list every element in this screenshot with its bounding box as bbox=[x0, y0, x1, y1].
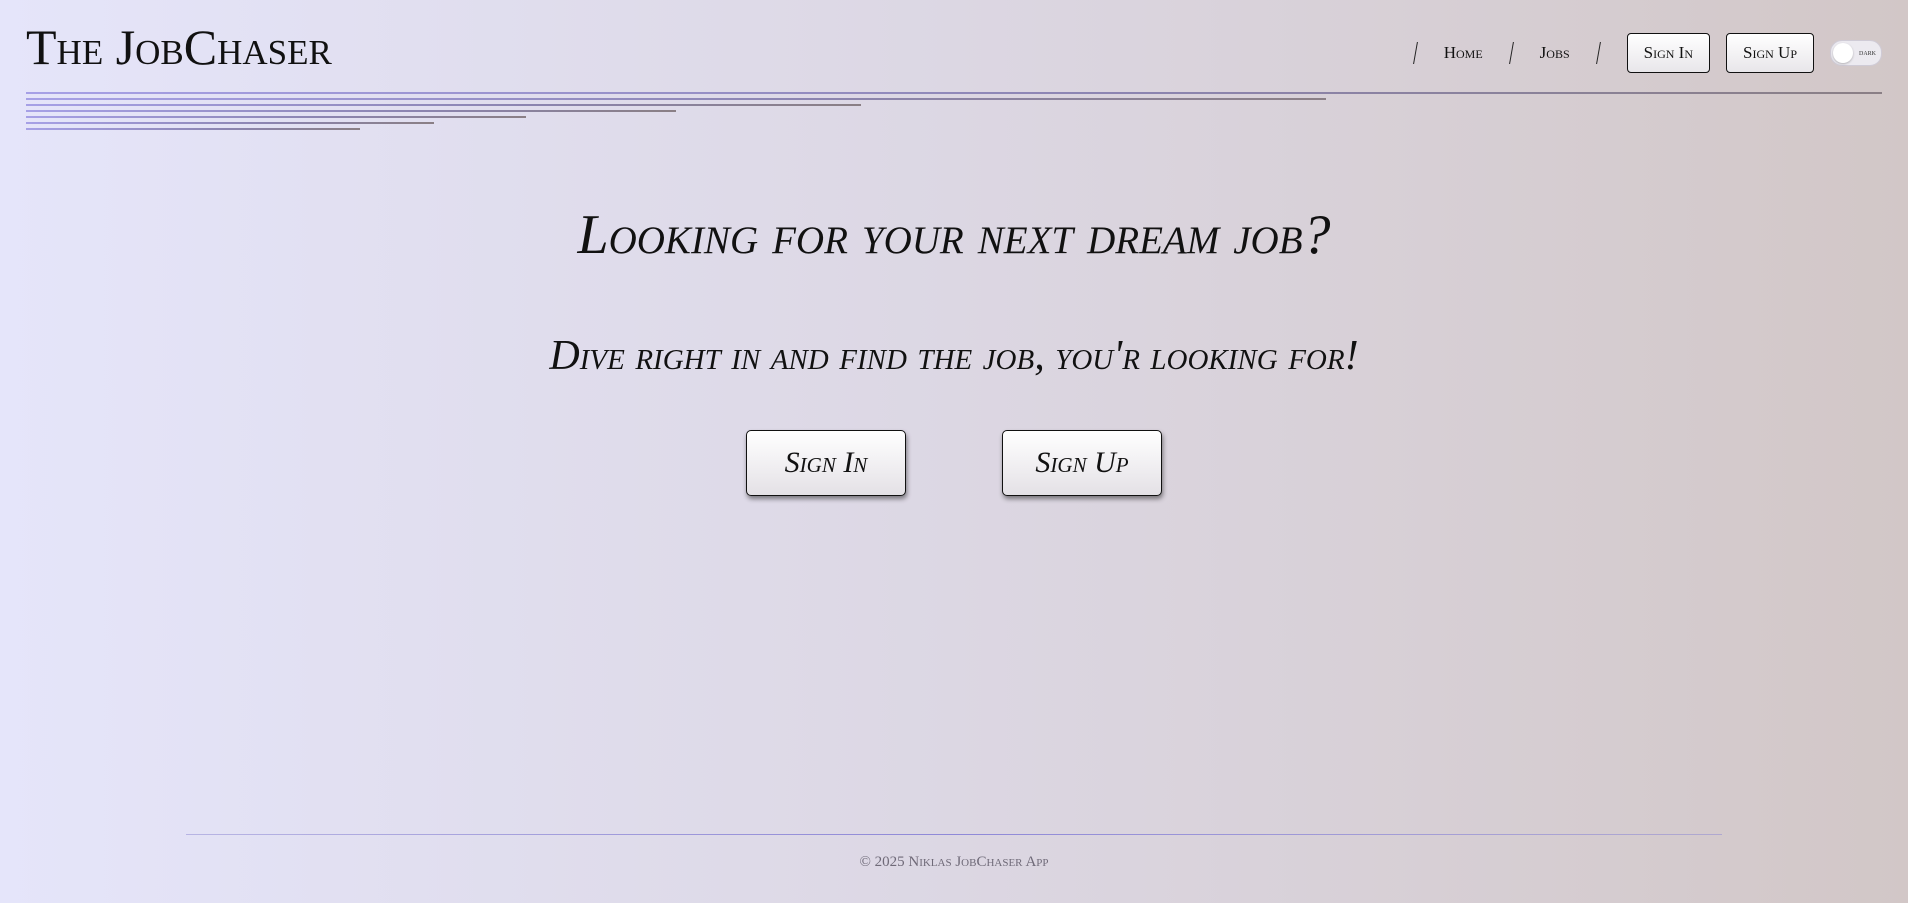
header-decorative-lines bbox=[26, 92, 1882, 136]
toggle-knob bbox=[1833, 43, 1853, 63]
hero-sign-up-button[interactable]: Sign Up bbox=[1002, 430, 1162, 496]
decor-line bbox=[26, 116, 526, 118]
footer-divider bbox=[186, 834, 1722, 835]
decor-line bbox=[26, 122, 434, 124]
main-nav: Home Jobs Sign In Sign Up dark bbox=[1387, 32, 1882, 74]
hero-title: Looking for your next dream job? bbox=[577, 204, 1331, 266]
decor-line bbox=[26, 98, 1326, 100]
nav-divider bbox=[1508, 42, 1514, 64]
hero-subtitle: Dive right in and find the job, you'r lo… bbox=[549, 333, 1359, 379]
nav-divider bbox=[1595, 42, 1601, 64]
hero-cta-row: Sign In Sign Up bbox=[0, 430, 1908, 496]
nav-divider bbox=[1412, 42, 1418, 64]
decor-line bbox=[26, 92, 1882, 94]
site-header: The JobChaser Home Jobs Sign In Sign Up … bbox=[0, 0, 1908, 140]
decor-line bbox=[26, 104, 861, 106]
footer-copyright: © 2025 Niklas JobChaser App bbox=[859, 854, 1049, 870]
brand-logo[interactable]: The JobChaser bbox=[26, 22, 332, 72]
hero-sign-in-button[interactable]: Sign In bbox=[746, 430, 906, 496]
nav-sign-in-button[interactable]: Sign In bbox=[1626, 33, 1711, 73]
nav-sign-up-button[interactable]: Sign Up bbox=[1726, 33, 1814, 73]
nav-jobs-link[interactable]: Jobs bbox=[1540, 43, 1570, 63]
decor-line bbox=[26, 110, 676, 112]
nav-home-link[interactable]: Home bbox=[1444, 43, 1483, 63]
theme-toggle[interactable]: dark bbox=[1830, 40, 1882, 66]
toggle-label: dark bbox=[1858, 47, 1876, 57]
decor-line bbox=[26, 128, 360, 130]
